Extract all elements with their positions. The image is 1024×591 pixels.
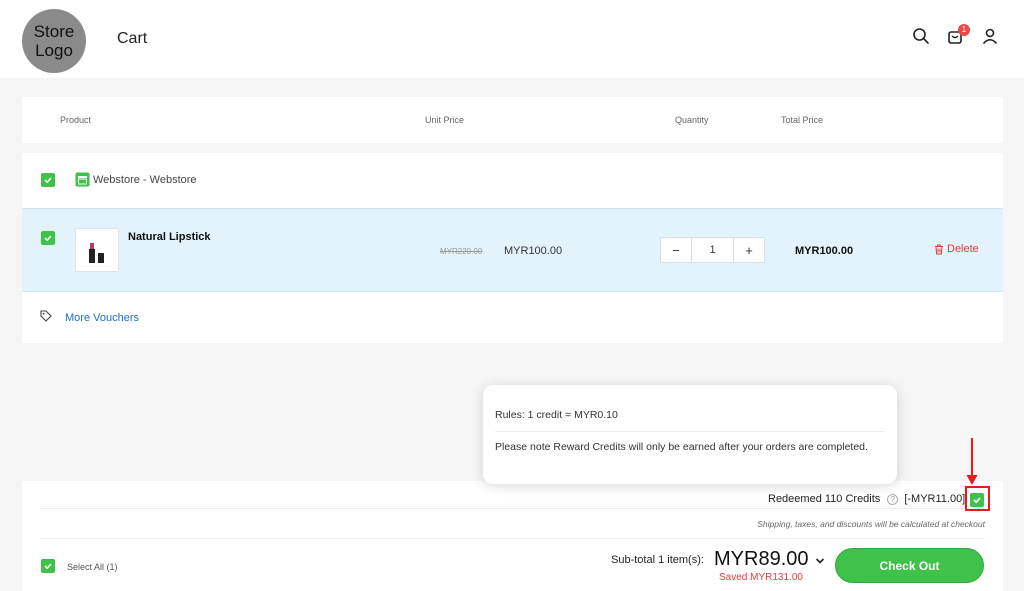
quantity-stepper: − 1 + [660,237,765,263]
checkout-summary: Redeemed 110 Credits ? [-MYR11.00] Shipp… [22,481,1003,591]
column-quantity: Quantity [675,115,709,125]
more-vouchers-link[interactable]: More Vouchers [65,312,139,324]
column-product: Product [60,115,92,125]
divider [495,431,885,432]
item-total-price: MYR100.00 [795,245,854,257]
search-icon[interactable] [912,27,930,45]
checkout-button[interactable]: Check Out [835,548,984,583]
tag-icon [40,310,52,322]
trash-icon [935,244,943,254]
original-price: MYR220.00 [440,247,483,256]
select-all-label[interactable]: Select All (1) [67,562,118,572]
page-title: Cart [117,30,148,47]
select-all-checkbox[interactable] [41,559,55,573]
store-row: Webstore - Webstore [22,153,1003,208]
credits-rules-popover: Rules: 1 credit = MYR0.10 Please note Re… [483,385,897,484]
user-icon[interactable] [981,27,999,45]
subtotal-amount: MYR89.00 [714,548,809,570]
cart-count-badge: 1 [958,24,970,36]
quantity-input[interactable]: 1 [691,238,734,262]
check-icon [44,563,52,570]
subtotal-label: Sub-total 1 item(s): [611,554,704,566]
arrow-down-icon [966,438,978,485]
product-name[interactable]: Natural Lipstick [128,231,211,243]
column-total-price: Total Price [781,115,824,125]
highlight-box [965,486,990,511]
credits-rules-text: Rules: 1 credit = MYR0.10 [495,409,618,421]
help-icon[interactable]: ? [887,493,899,505]
lipstick-icon [89,243,104,263]
voucher-row: More Vouchers [22,292,1003,343]
divider [40,538,985,539]
column-unit-price: Unit Price [425,115,465,125]
store-icon [75,172,90,187]
store-checkbox[interactable] [41,173,55,187]
delete-button[interactable]: Delete [934,243,979,255]
unit-price: MYR100.00 [504,245,563,257]
site-header: Store Logo Cart 1 [0,0,1024,78]
shipping-note: Shipping, taxes, and discounts will be c… [757,519,985,529]
store-logo[interactable]: Store Logo [22,9,86,73]
redeemed-credits-label: Redeemed 110 Credits [768,493,881,505]
delete-label: Delete [947,243,979,255]
check-icon [44,235,52,242]
chevron-down-icon[interactable] [815,557,825,565]
product-thumbnail[interactable] [75,228,119,272]
store-name[interactable]: Webstore - Webstore [93,174,197,186]
increase-quantity-button[interactable]: + [734,238,764,262]
cart-item-row: Natural Lipstick MYR220.00 MYR100.00 − 1… [22,208,1003,292]
check-icon [44,177,52,184]
redeemed-amount: [-MYR11.00] [904,493,966,505]
decrease-quantity-button[interactable]: − [661,238,691,262]
redeem-credits: Redeemed 110 Credits ? [-MYR11.00] [768,493,965,505]
cart-table-header: Product Unit Price Quantity Total Price [22,97,1003,143]
item-checkbox[interactable] [41,231,55,245]
saved-amount: Saved MYR131.00 [719,572,803,583]
divider [40,508,985,509]
reward-credits-note: Please note Reward Credits will only be … [495,441,868,453]
